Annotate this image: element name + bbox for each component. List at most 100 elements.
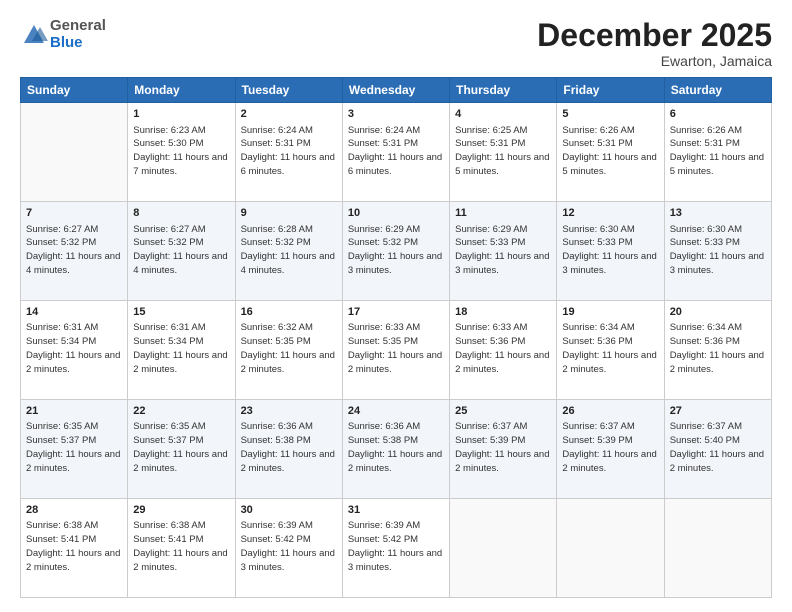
day-info: Sunrise: 6:38 AMSunset: 5:41 PMDaylight:… (26, 519, 122, 574)
day-info: Sunrise: 6:25 AMSunset: 5:31 PMDaylight:… (455, 124, 551, 179)
calendar-week-row: 28Sunrise: 6:38 AMSunset: 5:41 PMDayligh… (21, 499, 772, 598)
day-info: Sunrise: 6:32 AMSunset: 5:35 PMDaylight:… (241, 321, 337, 376)
day-number: 29 (133, 503, 229, 518)
day-info: Sunrise: 6:28 AMSunset: 5:32 PMDaylight:… (241, 223, 337, 278)
day-number: 25 (455, 404, 551, 419)
day-info: Sunrise: 6:31 AMSunset: 5:34 PMDaylight:… (26, 321, 122, 376)
day-info: Sunrise: 6:24 AMSunset: 5:31 PMDaylight:… (348, 124, 444, 179)
weekday-header: Monday (128, 78, 235, 103)
logo-blue: Blue (50, 35, 106, 52)
calendar-day-cell: 19Sunrise: 6:34 AMSunset: 5:36 PMDayligh… (557, 301, 664, 400)
day-number: 4 (455, 107, 551, 122)
calendar-week-row: 7 Sunrise: 6:27 AMSunset: 5:32 PMDaylight… (21, 202, 772, 301)
day-info: Sunrise: 6:26 AMSunset: 5:31 PMDaylight:… (562, 124, 658, 179)
day-info: Sunrise: 6:39 AMSunset: 5:42 PMDaylight:… (348, 519, 444, 574)
calendar-day-cell: 4 Sunrise: 6:25 AMSunset: 5:31 PMDaylight… (450, 103, 557, 202)
header: General Blue December 2025 Ewarton, Jama… (20, 18, 772, 69)
calendar-week-row: 21Sunrise: 6:35 AMSunset: 5:37 PMDayligh… (21, 400, 772, 499)
weekday-header: Friday (557, 78, 664, 103)
day-number: 12 (562, 206, 658, 221)
day-info: Sunrise: 6:24 AMSunset: 5:31 PMDaylight:… (241, 124, 337, 179)
day-info: Sunrise: 6:37 AMSunset: 5:40 PMDaylight:… (670, 420, 766, 475)
logo-general: General (50, 18, 106, 35)
day-info: Sunrise: 6:37 AMSunset: 5:39 PMDaylight:… (455, 420, 551, 475)
day-info: Sunrise: 6:35 AMSunset: 5:37 PMDaylight:… (133, 420, 229, 475)
day-number: 27 (670, 404, 766, 419)
calendar-day-cell: 24Sunrise: 6:36 AMSunset: 5:38 PMDayligh… (342, 400, 449, 499)
day-number: 30 (241, 503, 337, 518)
day-number: 14 (26, 305, 122, 320)
day-number: 3 (348, 107, 444, 122)
logo: General Blue (20, 18, 106, 51)
calendar-day-cell: 17Sunrise: 6:33 AMSunset: 5:35 PMDayligh… (342, 301, 449, 400)
calendar-day-cell: 15Sunrise: 6:31 AMSunset: 5:34 PMDayligh… (128, 301, 235, 400)
calendar-day-cell: 13 Sunrise: 6:30 AMSunset: 5:33 PMDayligh… (664, 202, 771, 301)
calendar-day-cell: 22Sunrise: 6:35 AMSunset: 5:37 PMDayligh… (128, 400, 235, 499)
day-info: Sunrise: 6:36 AMSunset: 5:38 PMDaylight:… (241, 420, 337, 475)
day-info: Sunrise: 6:30 AMSunset: 5:33 PMDaylight:… (562, 223, 658, 278)
calendar-header-row: SundayMondayTuesdayWednesdayThursdayFrid… (21, 78, 772, 103)
page: General Blue December 2025 Ewarton, Jama… (0, 0, 792, 612)
day-number: 11 (455, 206, 551, 221)
month-title: December 2025 (537, 18, 772, 53)
day-number: 17 (348, 305, 444, 320)
day-number: 26 (562, 404, 658, 419)
day-info: Sunrise: 6:26 AMSunset: 5:31 PMDaylight:… (670, 124, 766, 179)
day-number: 31 (348, 503, 444, 518)
day-info: Sunrise: 6:29 AMSunset: 5:32 PMDaylight:… (348, 223, 444, 278)
day-info: Sunrise: 6:36 AMSunset: 5:38 PMDaylight:… (348, 420, 444, 475)
calendar-day-cell: 28Sunrise: 6:38 AMSunset: 5:41 PMDayligh… (21, 499, 128, 598)
weekday-header: Tuesday (235, 78, 342, 103)
day-info: Sunrise: 6:31 AMSunset: 5:34 PMDaylight:… (133, 321, 229, 376)
day-info: Sunrise: 6:30 AMSunset: 5:33 PMDaylight:… (670, 223, 766, 278)
day-number: 7 (26, 206, 122, 221)
day-info: Sunrise: 6:34 AMSunset: 5:36 PMDaylight:… (670, 321, 766, 376)
day-number: 2 (241, 107, 337, 122)
day-number: 28 (26, 503, 122, 518)
day-info: Sunrise: 6:38 AMSunset: 5:41 PMDaylight:… (133, 519, 229, 574)
day-info: Sunrise: 6:35 AMSunset: 5:37 PMDaylight:… (26, 420, 122, 475)
calendar-day-cell (557, 499, 664, 598)
calendar-day-cell: 2 Sunrise: 6:24 AMSunset: 5:31 PMDaylight… (235, 103, 342, 202)
calendar-day-cell: 11Sunrise: 6:29 AMSunset: 5:33 PMDayligh… (450, 202, 557, 301)
calendar-day-cell (664, 499, 771, 598)
calendar: SundayMondayTuesdayWednesdayThursdayFrid… (20, 77, 772, 598)
calendar-day-cell: 26Sunrise: 6:37 AMSunset: 5:39 PMDayligh… (557, 400, 664, 499)
day-info: Sunrise: 6:39 AMSunset: 5:42 PMDaylight:… (241, 519, 337, 574)
day-number: 19 (562, 305, 658, 320)
calendar-day-cell: 12 Sunrise: 6:30 AMSunset: 5:33 PMDayligh… (557, 202, 664, 301)
day-number: 1 (133, 107, 229, 122)
day-number: 6 (670, 107, 766, 122)
logo-text: General Blue (50, 18, 106, 51)
day-info: Sunrise: 6:27 AMSunset: 5:32 PMDaylight:… (26, 223, 122, 278)
day-number: 9 (241, 206, 337, 221)
day-info: Sunrise: 6:33 AMSunset: 5:36 PMDaylight:… (455, 321, 551, 376)
calendar-day-cell: 27Sunrise: 6:37 AMSunset: 5:40 PMDayligh… (664, 400, 771, 499)
calendar-day-cell: 14Sunrise: 6:31 AMSunset: 5:34 PMDayligh… (21, 301, 128, 400)
day-info: Sunrise: 6:37 AMSunset: 5:39 PMDaylight:… (562, 420, 658, 475)
calendar-day-cell (21, 103, 128, 202)
day-info: Sunrise: 6:23 AMSunset: 5:30 PMDaylight:… (133, 124, 229, 179)
day-number: 8 (133, 206, 229, 221)
day-number: 15 (133, 305, 229, 320)
day-number: 23 (241, 404, 337, 419)
weekday-header: Wednesday (342, 78, 449, 103)
day-number: 18 (455, 305, 551, 320)
day-number: 13 (670, 206, 766, 221)
day-number: 10 (348, 206, 444, 221)
calendar-day-cell: 23Sunrise: 6:36 AMSunset: 5:38 PMDayligh… (235, 400, 342, 499)
calendar-day-cell: 3 Sunrise: 6:24 AMSunset: 5:31 PMDaylight… (342, 103, 449, 202)
calendar-day-cell (450, 499, 557, 598)
calendar-day-cell: 6 Sunrise: 6:26 AMSunset: 5:31 PMDaylight… (664, 103, 771, 202)
day-number: 22 (133, 404, 229, 419)
weekday-header: Thursday (450, 78, 557, 103)
day-number: 5 (562, 107, 658, 122)
calendar-day-cell: 8Sunrise: 6:27 AMSunset: 5:32 PMDaylight… (128, 202, 235, 301)
day-info: Sunrise: 6:34 AMSunset: 5:36 PMDaylight:… (562, 321, 658, 376)
calendar-day-cell: 21Sunrise: 6:35 AMSunset: 5:37 PMDayligh… (21, 400, 128, 499)
day-info: Sunrise: 6:33 AMSunset: 5:35 PMDaylight:… (348, 321, 444, 376)
weekday-header: Sunday (21, 78, 128, 103)
calendar-week-row: 14Sunrise: 6:31 AMSunset: 5:34 PMDayligh… (21, 301, 772, 400)
logo-icon (20, 21, 48, 49)
calendar-day-cell: 5 Sunrise: 6:26 AMSunset: 5:31 PMDaylight… (557, 103, 664, 202)
